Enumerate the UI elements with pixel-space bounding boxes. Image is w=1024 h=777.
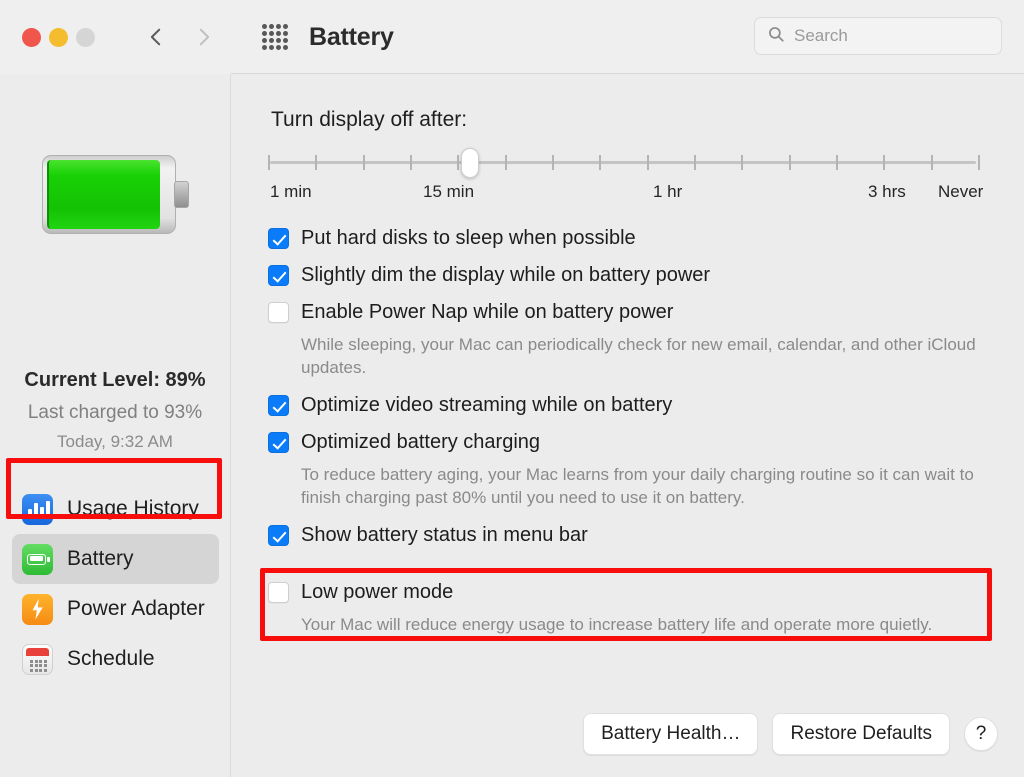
main-content: Turn display off after: 1 min 15 min 1 hr 3… <box>232 74 1024 777</box>
option-label: Optimized battery charging <box>301 431 541 453</box>
slider-tick-label: 1 hr <box>653 182 683 201</box>
checkbox-slightly-dim-display[interactable] <box>268 265 289 286</box>
sidebar: Current Level: 89% Last charged to 93% T… <box>0 74 231 777</box>
help-button[interactable]: ? <box>964 717 998 751</box>
option-label: Show battery status in menu bar <box>301 524 588 546</box>
slider-tick <box>315 155 318 170</box>
slider-tick-label: 15 min <box>423 182 475 201</box>
option-row[interactable]: Show battery status in menu bar <box>268 523 1008 548</box>
option-label: Low power mode <box>301 581 454 603</box>
slider-tick <box>883 155 886 170</box>
slider-tick-label: 3 hrs <box>868 182 906 201</box>
sidebar-item-usage-history[interactable]: Usage History <box>12 484 219 534</box>
last-charged-time-text: Today, 9:32 AM <box>57 432 173 451</box>
option-row[interactable]: Optimized battery charging <box>268 430 1008 455</box>
restore-defaults-button[interactable]: Restore Defaults <box>772 713 950 755</box>
option-label: Put hard disks to sleep when possible <box>301 227 636 249</box>
checkbox-put-hard-disks-to-sleep[interactable] <box>268 228 289 249</box>
option-description: To reduce battery aging, your Mac learns… <box>301 465 974 507</box>
battery-cap <box>174 181 189 208</box>
option-label: Enable Power Nap while on battery power <box>301 301 674 323</box>
checkbox-enable-power-nap[interactable] <box>268 302 289 323</box>
slider-tick <box>268 155 270 170</box>
slider-track <box>270 161 976 164</box>
current-level-text: Current Level: 89% <box>24 369 206 391</box>
display-sleep-slider[interactable] <box>268 148 980 178</box>
slider-tick <box>930 155 933 170</box>
option-description: Your Mac will reduce energy usage to inc… <box>301 615 933 634</box>
sidebar-item-battery[interactable]: Battery <box>12 534 219 584</box>
show-all-grid-icon[interactable] <box>262 24 288 50</box>
system-preferences-window: Battery Current Level: 89% Last charged … <box>0 0 1024 777</box>
sidebar-item-schedule[interactable]: Schedule <box>12 634 219 684</box>
checkbox-low-power-mode[interactable] <box>268 582 289 603</box>
forward-button <box>193 26 215 48</box>
window-toolbar: Battery <box>0 0 1024 74</box>
calendar-icon <box>22 643 53 675</box>
sidebar-item-power-adapter[interactable]: Power Adapter <box>12 584 219 634</box>
option-row[interactable]: Slightly dim the display while on batter… <box>268 263 1008 288</box>
low-power-mode-section: Low power mode Your Mac will reduce ener… <box>260 570 992 656</box>
option-row[interactable]: Optimize video streaming while on batter… <box>268 393 1008 418</box>
slider-tick-label: 1 min <box>270 182 312 201</box>
close-window-button[interactable] <box>22 27 41 47</box>
slider-tick <box>504 155 507 170</box>
traffic-lights <box>22 27 95 47</box>
checkbox-optimize-video-streaming[interactable] <box>268 395 289 416</box>
back-button[interactable] <box>145 26 167 48</box>
checkbox-show-battery-status-menu-bar[interactable] <box>268 525 289 546</box>
checkbox-optimized-battery-charging[interactable] <box>268 432 289 453</box>
last-charged-text: Last charged to 93% <box>27 402 203 423</box>
option-row[interactable]: Enable Power Nap while on battery power <box>268 300 1008 325</box>
battery-body <box>42 155 176 234</box>
lightning-bolt-icon <box>22 593 53 625</box>
slider-tick <box>599 155 602 170</box>
slider-tick <box>978 155 980 170</box>
search-input[interactable] <box>794 26 984 46</box>
option-description: While sleeping, your Mac can periodicall… <box>301 335 976 377</box>
battery-fill-level <box>47 160 160 229</box>
slider-tick <box>362 155 365 170</box>
search-field[interactable] <box>754 17 1002 55</box>
search-icon <box>767 25 785 48</box>
sidebar-item-label: Schedule <box>67 647 155 670</box>
slider-tick <box>457 155 460 170</box>
zoom-window-button <box>76 27 95 47</box>
slider-tick <box>646 155 649 170</box>
slider-tick-labels: 1 min 15 min 1 hr 3 hrs Never <box>268 182 988 204</box>
sidebar-item-label: Power Adapter <box>67 597 205 620</box>
option-row[interactable]: Put hard disks to sleep when possible <box>268 226 1008 251</box>
page-title: Battery <box>309 22 394 51</box>
battery-icon <box>22 543 53 575</box>
slider-tick <box>410 155 412 170</box>
option-row[interactable]: Low power mode <box>268 580 992 605</box>
battery-health-button[interactable]: Battery Health… <box>583 713 759 755</box>
minimize-window-button[interactable] <box>49 27 68 47</box>
footer-buttons: Battery Health… Restore Defaults ? <box>583 713 998 755</box>
navigation-arrows <box>145 26 215 48</box>
battery-illustration <box>42 155 190 234</box>
slider-tick <box>552 155 554 170</box>
bar-chart-icon <box>22 493 53 525</box>
slider-tick <box>788 155 791 170</box>
sidebar-item-label: Usage History <box>67 497 199 520</box>
slider-tick-label: Never <box>938 182 984 201</box>
slider-tick <box>694 155 696 170</box>
sidebar-item-label: Battery <box>67 547 134 570</box>
sidebar-list: Usage History Battery Power Adapter Sche… <box>0 484 231 684</box>
battery-options-list: Put hard disks to sleep when possible Sl… <box>268 226 1008 560</box>
slider-tick <box>836 155 838 170</box>
slider-tick <box>741 155 744 170</box>
option-label: Optimize video streaming while on batter… <box>301 394 673 416</box>
slider-thumb[interactable] <box>461 148 480 178</box>
display-off-label: Turn display off after: <box>271 108 468 131</box>
option-label: Slightly dim the display while on batter… <box>301 264 711 286</box>
